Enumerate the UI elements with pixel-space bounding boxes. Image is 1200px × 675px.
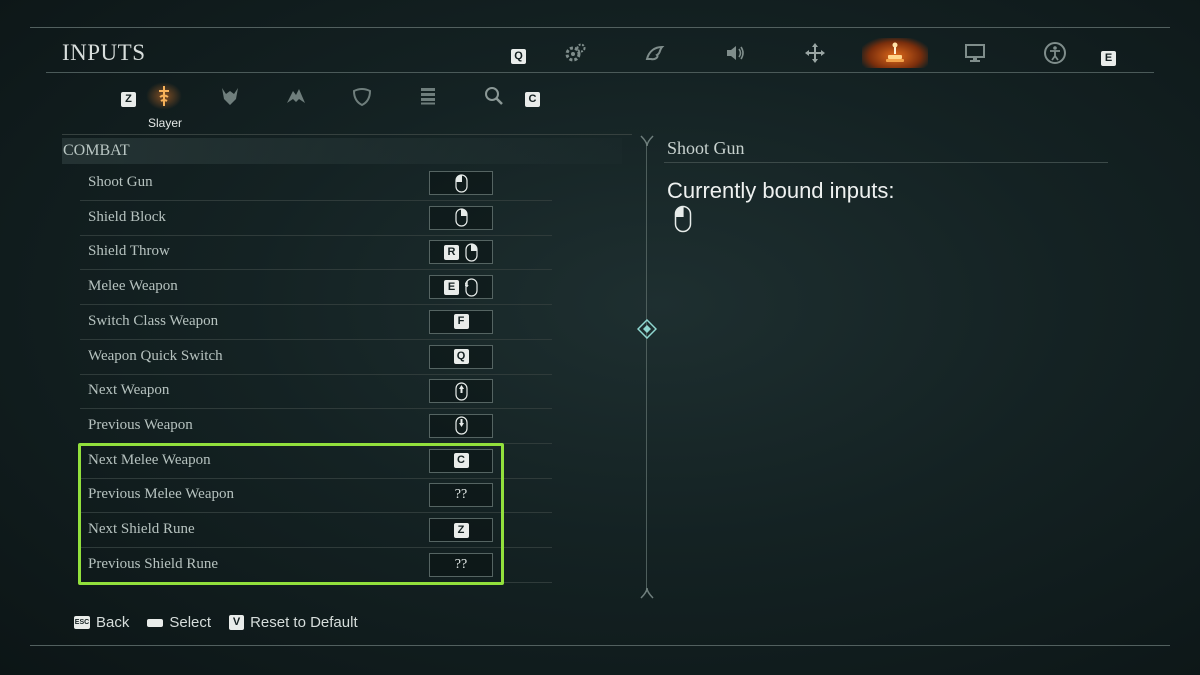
tab-inputs[interactable] [862,38,928,68]
binding-row[interactable]: Shield Block [80,202,552,236]
gear-icon [565,43,586,62]
subtab-divider [62,134,632,135]
esc-key-icon: ESC [74,616,90,629]
q-key-icon: Q [511,49,526,64]
tab-gameplay[interactable] [622,38,688,68]
z-key-icon: Z [121,92,136,107]
tab-display[interactable] [942,38,1008,68]
binding-slot[interactable] [429,205,493,230]
key-cap-icon: F [453,314,469,330]
binding-label: Next Weapon [88,382,170,399]
demon-helmet-icon [222,88,238,105]
shield-icon [352,88,372,107]
binding-slot[interactable]: R [429,240,493,265]
binding-slot[interactable]: E4 [429,275,493,300]
binding-slot[interactable]: F [429,309,493,334]
mouse-button-4-icon: 4 [465,277,478,297]
tab-audio[interactable] [702,38,768,68]
accessibility-icon [1044,42,1066,64]
binding-slot[interactable] [429,379,493,404]
footer-hints: ESC Back Select V Reset to Default [74,614,358,631]
subtab-dragon[interactable] [284,84,308,108]
binding-label: Weapon Quick Switch [88,347,223,364]
category-prev-hint[interactable]: Q [511,46,526,64]
highlight-box [78,443,504,585]
monitor-icon [965,44,985,62]
tab-accessibility[interactable] [1022,38,1088,68]
binding-label: Shoot Gun [88,174,153,190]
divider-bottom-ornament [640,588,654,599]
panel-divider [646,142,647,592]
subtab-inspect[interactable] [482,84,506,108]
binding-row[interactable]: Previous Weapon [80,410,552,444]
subtab-next-hint[interactable]: C [525,89,540,107]
binding-label: Shield Block [88,208,166,225]
key-cap-icon: R [444,244,459,260]
mouse-wheel-down-icon [454,416,468,435]
divider-diamond-icon [637,319,657,339]
page-title: INPUTS [62,40,146,65]
back-label: Back [96,614,130,631]
svg-text:4: 4 [465,280,469,289]
subtab-prev-hint[interactable]: Z [121,89,136,107]
frame-top-border [30,27,1170,28]
c-key-icon: C [525,92,540,107]
list-icon [421,88,435,105]
key-cap-icon: Q [453,349,469,364]
binding-slot[interactable] [429,171,493,195]
back-button[interactable]: ESC Back [74,614,129,631]
mouse-left-click-icon [674,205,692,233]
binding-row[interactable]: Switch Class Weapon F [80,306,552,340]
slayer-sword-icon [159,86,169,106]
joystick-icon [886,42,904,62]
detail-subtitle: Currently bound inputs: [667,178,895,203]
dragon-icon [645,45,665,61]
mouse-right-icon [454,208,468,227]
subtab-demon[interactable] [218,84,242,108]
binding-label: Previous Weapon [88,416,193,433]
mouse-left-icon [454,173,468,193]
section-title-combat: COMBAT [62,138,622,164]
active-subtab-label: Slayer [147,116,182,130]
subtab-shield[interactable] [350,84,374,108]
binding-row[interactable]: Shoot Gun [80,167,552,201]
tab-general[interactable] [542,38,608,68]
speaker-icon [727,46,744,60]
reset-label: Reset to Default [250,614,358,631]
subtab-slayer[interactable] [152,84,176,108]
mouse-wheel-up-icon [454,382,468,401]
key-cap-icon: E [444,279,459,295]
select-button[interactable]: Select [147,614,211,631]
subtab-list[interactable] [416,84,440,108]
binding-label: Switch Class Weapon [88,312,219,329]
dragon-wing-icon [287,89,305,103]
e-key-icon: E [1101,51,1116,66]
binding-label: Shield Throw [88,243,170,260]
frame-bottom-border [30,645,1170,646]
binding-slot[interactable] [429,413,493,438]
binding-row[interactable]: Melee Weapon E 4 [80,271,552,306]
binding-label: Melee Weapon [88,278,178,295]
binding-row[interactable]: Shield Throw R [80,236,552,271]
tab-controls[interactable] [782,38,848,68]
binding-slot[interactable]: Q [429,344,493,369]
move-arrows-icon [805,43,825,63]
binding-row[interactable]: Weapon Quick Switch Q [80,341,552,375]
category-next-hint[interactable]: E [1101,48,1116,66]
spacebar-icon [147,618,164,627]
section-title-text: COMBAT [63,142,130,159]
v-key-icon: V [229,615,245,630]
magnifier-icon [485,87,503,105]
mouse-right-icon [465,243,478,262]
divider-top-ornament [640,135,654,146]
reset-to-default-button[interactable]: V Reset to Default [229,614,358,631]
detail-title: Shoot Gun [667,138,745,158]
select-label: Select [169,614,212,631]
detail-title-underline [664,162,1108,163]
binding-row[interactable]: Next Weapon [80,375,552,410]
